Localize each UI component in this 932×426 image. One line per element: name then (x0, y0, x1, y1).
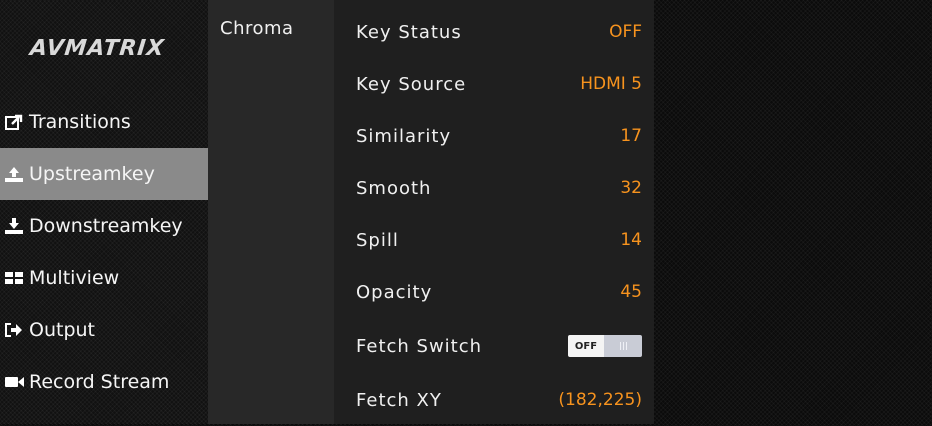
avmatrix-logo: AVMATRIX (28, 36, 166, 61)
setting-row-key-source[interactable]: Key Source HDMI 5 (334, 58, 654, 110)
download-icon (5, 218, 23, 234)
upload-icon (5, 167, 23, 182)
setting-label: Fetch Switch (356, 335, 483, 357)
setting-value: 17 (620, 126, 642, 146)
share-icon (5, 114, 23, 130)
sign-out-icon (5, 323, 22, 337)
setting-row-smooth[interactable]: Smooth 32 (334, 162, 654, 214)
setting-value: HDMI 5 (580, 74, 642, 94)
setting-label: Key Source (356, 73, 467, 95)
setting-value: (182,225) (558, 390, 642, 410)
setting-row-fetch-switch[interactable]: Fetch Switch OFF (334, 320, 654, 372)
setting-value: 32 (620, 178, 642, 198)
setting-value: 45 (620, 282, 642, 302)
grip-icon (619, 342, 627, 350)
sidebar-item-transitions[interactable]: Transitions (0, 96, 208, 148)
settings-panel: Key Status OFF Key Source HDMI 5 Similar… (334, 0, 654, 424)
fetch-switch-toggle[interactable]: OFF (568, 335, 642, 357)
setting-value: 14 (620, 230, 642, 250)
setting-label: Fetch XY (356, 389, 442, 411)
grid-icon (5, 272, 23, 284)
video-camera-icon (5, 377, 24, 387)
setting-row-similarity[interactable]: Similarity 17 (334, 110, 654, 162)
sidebar-item-label: Transitions (29, 111, 131, 133)
sidebar-item-multiview[interactable]: Multiview (0, 252, 208, 304)
setting-value: OFF (609, 22, 642, 42)
sidebar-item-record-stream[interactable]: Record Stream (0, 356, 208, 408)
setting-label: Smooth (356, 177, 432, 199)
sidebar-item-output[interactable]: Output (0, 304, 208, 356)
sidebar: AVMATRIX Transitions Upstreamkey Downstr… (0, 0, 208, 424)
sidebar-item-label: Upstreamkey (29, 163, 155, 185)
sidebar-item-label: Multiview (29, 267, 120, 289)
setting-row-key-status[interactable]: Key Status OFF (334, 6, 654, 58)
toggle-state-label: OFF (568, 335, 604, 357)
setting-label: Similarity (356, 125, 452, 147)
toggle-knob[interactable] (604, 335, 642, 357)
sidebar-item-downstreamkey[interactable]: Downstreamkey (0, 200, 208, 252)
setting-row-spill[interactable]: Spill 14 (334, 214, 654, 266)
setting-row-fetch-xy[interactable]: Fetch XY (182,225) (334, 374, 654, 426)
sidebar-item-upstreamkey[interactable]: Upstreamkey (0, 148, 208, 200)
sidebar-item-label: Downstreamkey (29, 215, 183, 237)
setting-label: Key Status (356, 21, 462, 43)
setting-row-opacity[interactable]: Opacity 45 (334, 266, 654, 318)
sidebar-item-label: Record Stream (29, 371, 170, 393)
submenu-item-chroma[interactable]: Chroma (220, 18, 294, 39)
setting-label: Opacity (356, 281, 433, 303)
setting-label: Spill (356, 229, 399, 251)
sidebar-item-label: Output (29, 319, 95, 341)
submenu-column: Chroma (208, 0, 334, 424)
